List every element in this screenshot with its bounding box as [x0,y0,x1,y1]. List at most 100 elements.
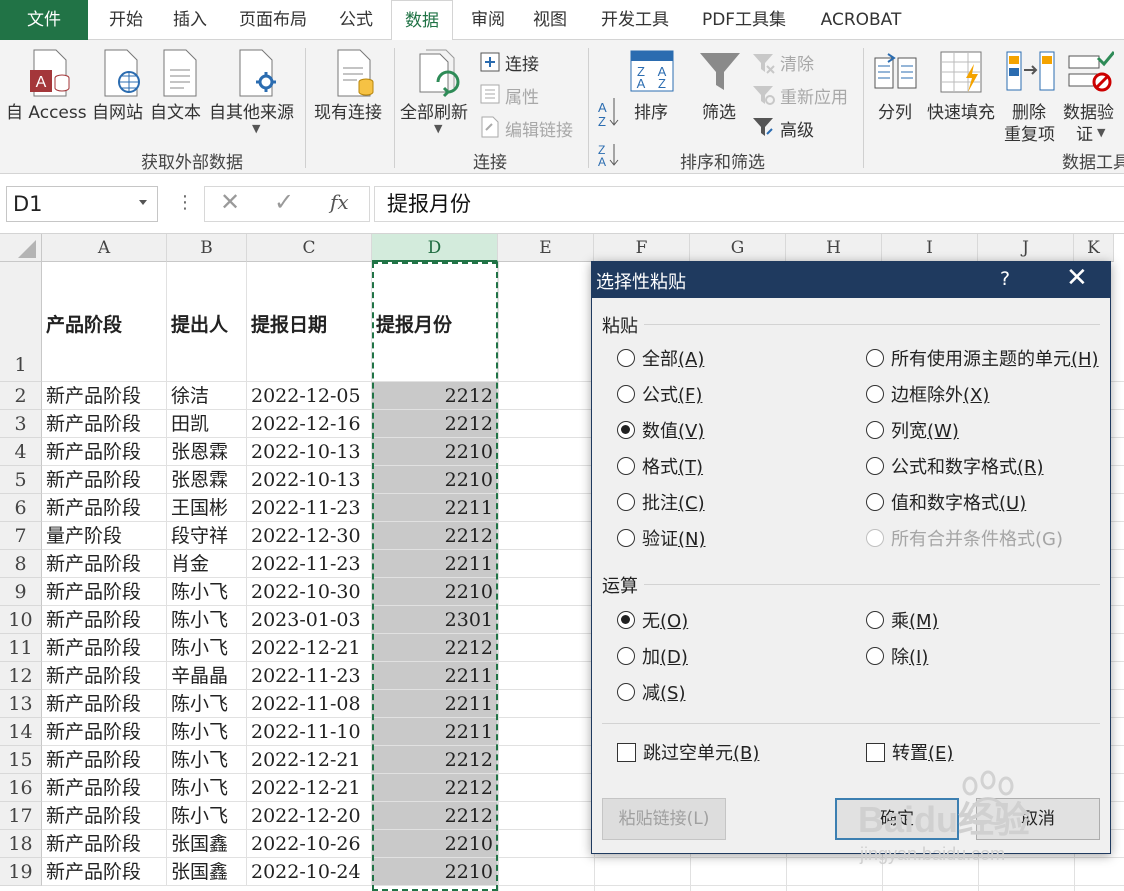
cancel-icon[interactable]: ✕ [220,188,240,216]
properties-button[interactable]: 属性 [505,83,539,108]
paste-left-radio-5[interactable]: 验证(N) [617,528,706,552]
header-cell-b[interactable]: 提出人 [167,262,247,382]
column-header-k[interactable]: K [1074,234,1114,262]
ok-button[interactable]: 确定 [835,798,959,840]
cancel-button[interactable]: 取消 [976,798,1100,840]
text-to-columns-button[interactable]: 分列 [878,98,912,123]
header-cell-a[interactable]: 产品阶段 [42,262,167,382]
cell-d[interactable]: 2211 [372,690,498,718]
insert-function-icon[interactable]: fx [330,190,349,214]
cell-a[interactable]: 新产品阶段 [42,690,167,718]
cell-d[interactable]: 2212 [372,802,498,830]
close-icon[interactable]: ✕ [1066,263,1088,293]
column-header-g[interactable]: G [690,234,786,262]
row-header[interactable]: 3 [0,410,42,438]
from-access-button[interactable]: 自 Access [6,98,87,123]
operation-right-radio-0[interactable]: 乘(M) [866,610,939,634]
from-other-sources-button[interactable]: 自其他来源 [209,98,294,123]
tab-home[interactable]: 开始 [96,0,156,40]
cell-c[interactable]: 2022-10-30 [247,578,372,606]
column-header-f[interactable]: F [594,234,690,262]
cell-b[interactable]: 张恩霖 [167,466,247,494]
cell-c[interactable]: 2022-12-05 [247,382,372,410]
cell-d[interactable]: 2212 [372,382,498,410]
cell-d[interactable]: 2301 [372,606,498,634]
cell-d[interactable]: 2211 [372,718,498,746]
paste-right-radio-1[interactable]: 边框除外(X) [866,384,989,408]
clear-button[interactable]: 清除 [780,50,814,75]
operation-left-radio-1[interactable]: 加(D) [617,646,688,670]
paste-left-radio-4[interactable]: 批注(C) [617,492,705,516]
cell-c[interactable]: 2022-12-21 [247,774,372,802]
cell-d[interactable]: 2210 [372,466,498,494]
cell-b[interactable]: 辛晶晶 [167,662,247,690]
cell-c[interactable]: 2022-12-30 [247,522,372,550]
cell-a[interactable]: 新产品阶段 [42,634,167,662]
tab-acrobat[interactable]: ACROBAT [808,0,914,40]
paste-left-radio-1[interactable]: 公式(F) [617,384,702,408]
select-all-corner[interactable] [0,234,42,262]
operation-left-radio-2[interactable]: 减(S) [617,682,685,706]
cell-c[interactable]: 2022-11-23 [247,494,372,522]
paste-right-radio-5[interactable]: 所有合并条件格式(G) [866,528,1063,552]
cell-b[interactable]: 张国鑫 [167,830,247,858]
tab-formulas[interactable]: 公式 [326,0,386,40]
cell-a[interactable]: 新产品阶段 [42,662,167,690]
tab-view[interactable]: 视图 [522,0,578,40]
column-header-j[interactable]: J [978,234,1074,262]
cell-d[interactable]: 2212 [372,522,498,550]
formula-bar-grip-icon[interactable]: ⋮ [176,192,194,213]
cell-b[interactable]: 陈小飞 [167,606,247,634]
cell-a[interactable]: 新产品阶段 [42,606,167,634]
cell-a[interactable]: 新产品阶段 [42,858,167,886]
cell-c[interactable]: 2022-11-23 [247,662,372,690]
cell-a[interactable]: 新产品阶段 [42,774,167,802]
cell-c[interactable]: 2022-11-08 [247,690,372,718]
cell-d[interactable]: 2211 [372,550,498,578]
cell-b[interactable]: 陈小飞 [167,802,247,830]
cell-b[interactable]: 张恩霖 [167,438,247,466]
row-header[interactable]: 12 [0,662,42,690]
cell-b[interactable]: 肖金 [167,550,247,578]
cell-a[interactable]: 新产品阶段 [42,410,167,438]
header-cell-c[interactable]: 提报日期 [247,262,372,382]
paste-right-radio-3[interactable]: 公式和数字格式(R) [866,456,1044,480]
cell-d[interactable]: 2212 [372,410,498,438]
name-box-dropdown-icon[interactable] [139,200,147,205]
tab-review[interactable]: 审阅 [460,0,516,40]
tab-data[interactable]: 数据 [391,0,453,41]
cell-c[interactable]: 2022-10-24 [247,858,372,886]
cell-d[interactable]: 2212 [372,634,498,662]
tab-file[interactable]: 文件 [0,0,88,40]
header-cell-d[interactable]: 提报月份 [372,262,498,382]
cell-d[interactable]: 2210 [372,858,498,886]
skip-blanks-checkbox[interactable]: 跳过空单元(B) [617,742,759,766]
cell-b[interactable]: 段守祥 [167,522,247,550]
help-icon[interactable]: ? [1000,268,1010,290]
edit-links-button[interactable]: 编辑链接 [505,116,573,141]
advanced-button[interactable]: 高级 [780,116,814,141]
connections-button[interactable]: 连接 [505,50,539,75]
column-header-b[interactable]: B [167,234,247,262]
cell-a[interactable]: 新产品阶段 [42,830,167,858]
cell-b[interactable]: 陈小飞 [167,578,247,606]
operation-right-radio-1[interactable]: 除(I) [866,646,928,670]
tab-developer[interactable]: 开发工具 [588,0,682,40]
cell-d[interactable]: 2211 [372,662,498,690]
column-header-d[interactable]: D [372,234,498,262]
row-header[interactable]: 4 [0,438,42,466]
cell-a[interactable]: 新产品阶段 [42,494,167,522]
cell-d[interactable]: 2212 [372,746,498,774]
reapply-button[interactable]: 重新应用 [780,83,848,108]
cell-c[interactable]: 2022-10-13 [247,438,372,466]
cell-c[interactable]: 2022-11-23 [247,550,372,578]
cell-b[interactable]: 陈小飞 [167,634,247,662]
cell-b[interactable]: 田凯 [167,410,247,438]
row-header[interactable]: 11 [0,634,42,662]
cell-a[interactable]: 新产品阶段 [42,802,167,830]
column-header-e[interactable]: E [498,234,594,262]
cell-c[interactable]: 2022-10-26 [247,830,372,858]
column-header-c[interactable]: C [247,234,372,262]
row-header[interactable]: 17 [0,802,42,830]
name-box[interactable]: D1 [6,186,158,222]
